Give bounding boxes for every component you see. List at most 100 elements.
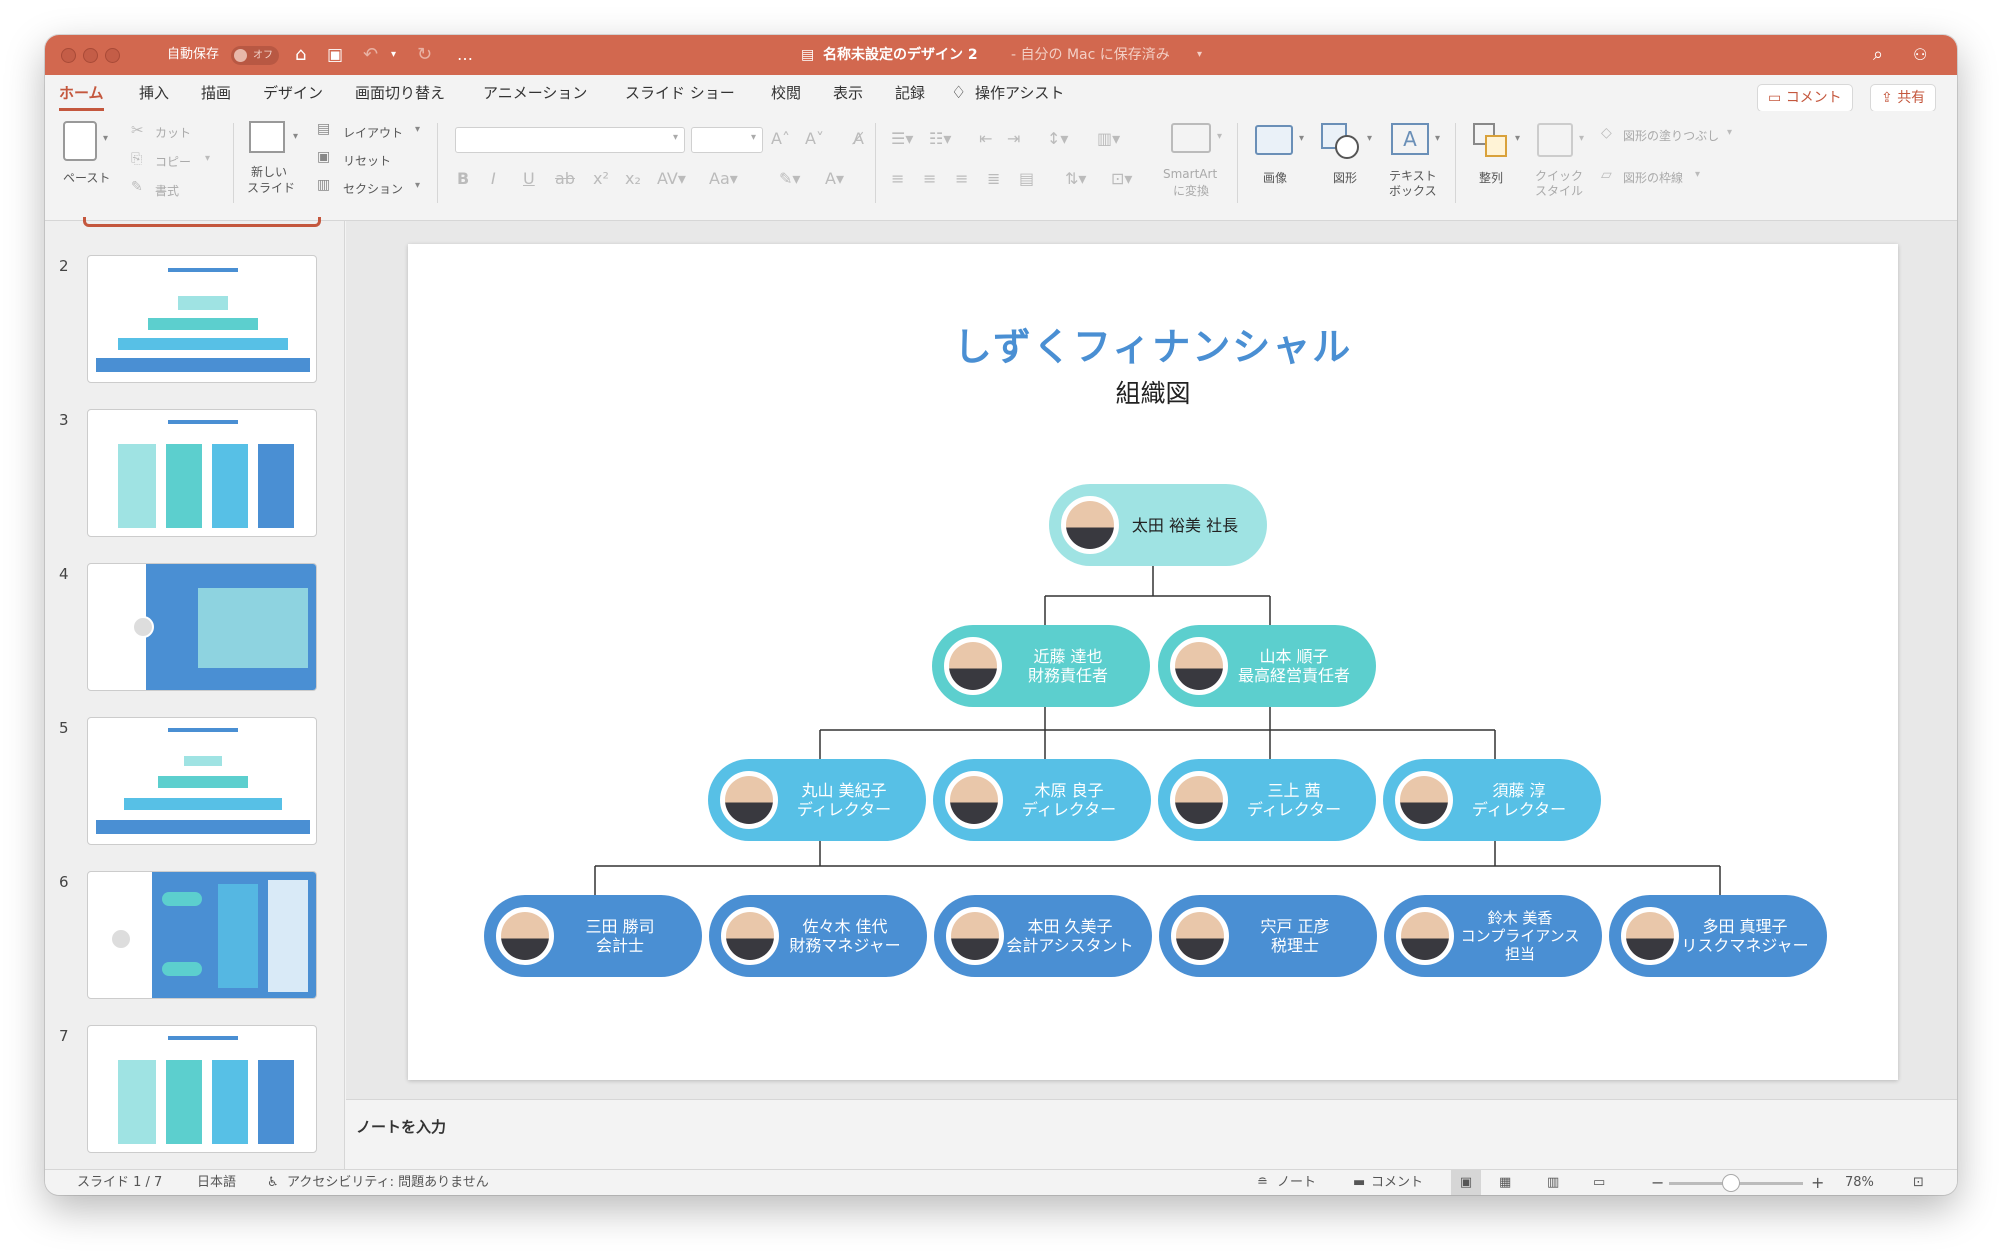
minimize-window-button[interactable]: [83, 48, 98, 63]
line-spacing-icon[interactable]: ↕▾: [1047, 129, 1068, 148]
notes-placeholder[interactable]: ノートを入力: [356, 1116, 446, 1137]
comment-button[interactable]: ▭ コメント: [1757, 84, 1853, 112]
font-color-icon[interactable]: A▾: [825, 169, 844, 188]
tab-home[interactable]: ホーム: [59, 75, 104, 111]
smartart-chevron-down-icon[interactable]: ▾: [1217, 131, 1222, 142]
quick-style-icon[interactable]: [1537, 123, 1573, 157]
clear-format-icon[interactable]: A̸: [853, 129, 864, 148]
columns-icon[interactable]: ▥▾: [1097, 129, 1120, 148]
section-icon[interactable]: ▥: [317, 177, 330, 193]
slide-thumbnail-panel[interactable]: 2 3 4 5 6 7: [45, 217, 345, 1169]
comments-toggle-button[interactable]: コメント: [1371, 1170, 1423, 1195]
numbering-icon[interactable]: ☷▾: [929, 129, 951, 148]
org-node-director-2[interactable]: 木原 良子 ディレクター: [933, 759, 1151, 841]
org-node-staff-4[interactable]: 宍戸 正彦 税理士: [1159, 895, 1377, 977]
font-size-dropdown[interactable]: ▾: [691, 127, 763, 153]
char-spacing-icon[interactable]: AV▾: [657, 169, 686, 188]
section-button[interactable]: セクション: [343, 180, 403, 197]
tab-draw[interactable]: 描画: [201, 75, 231, 111]
zoom-out-icon[interactable]: −: [1651, 1170, 1664, 1195]
undo-icon[interactable]: ↶: [363, 35, 378, 75]
bullets-icon[interactable]: ☰▾: [891, 129, 913, 148]
tab-review[interactable]: 校閲: [771, 75, 801, 111]
tab-view[interactable]: 表示: [833, 75, 863, 111]
underline-icon[interactable]: U: [523, 169, 535, 188]
slide-thumbnail-5[interactable]: [87, 717, 317, 845]
shape-outline-chevron-down-icon[interactable]: ▾: [1695, 169, 1700, 180]
undo-dropdown-icon[interactable]: ▾: [391, 35, 396, 75]
paste-button[interactable]: ペースト: [63, 169, 110, 186]
tab-animations[interactable]: アニメーション: [483, 75, 587, 111]
smartart-label-2[interactable]: に変換: [1173, 182, 1209, 199]
reading-view-icon[interactable]: ▥: [1547, 1170, 1559, 1195]
save-icon[interactable]: ▣: [327, 35, 343, 75]
slide-thumbnail-4[interactable]: [87, 563, 317, 691]
textbox-icon[interactable]: A: [1391, 123, 1429, 155]
copy-icon[interactable]: ⎘: [131, 151, 142, 167]
slideshow-icon[interactable]: ▭: [1593, 1170, 1605, 1195]
shape-fill-icon[interactable]: ◇: [1601, 125, 1612, 141]
org-node-staff-3[interactable]: 本田 久美子 会計アシスタント: [934, 895, 1152, 977]
format-painter-icon[interactable]: ✎: [131, 179, 143, 195]
shape-fill-button[interactable]: 図形の塗りつぶし: [1623, 127, 1719, 144]
image-button[interactable]: 画像: [1263, 169, 1287, 186]
section-chevron-down-icon[interactable]: ▾: [415, 180, 420, 191]
align-center-icon[interactable]: ≡: [923, 169, 936, 188]
new-slide-icon[interactable]: [249, 121, 285, 153]
highlight-icon[interactable]: ✎▾: [779, 169, 800, 188]
org-node-staff-2[interactable]: 佐々木 佳代 財務マネジャー: [709, 895, 927, 977]
autosave-toggle[interactable]: オフ: [231, 46, 279, 65]
title-chevron-down-icon[interactable]: ▾: [1197, 35, 1202, 75]
org-node-ceo[interactable]: 太田 裕美 社長: [1049, 484, 1267, 566]
zoom-in-icon[interactable]: +: [1811, 1170, 1824, 1195]
language-indicator[interactable]: 日本語: [197, 1170, 236, 1195]
copy-button[interactable]: コピー: [155, 153, 191, 170]
change-case-icon[interactable]: Aa▾: [709, 169, 738, 188]
slide-thumbnail-6[interactable]: [87, 871, 317, 999]
slide-thumbnail-3[interactable]: [87, 409, 317, 537]
quick-style-label-2[interactable]: スタイル: [1535, 182, 1583, 199]
increase-indent-icon[interactable]: ⇥: [1007, 129, 1020, 148]
layout-icon[interactable]: ▤: [317, 121, 330, 137]
tell-me-search[interactable]: 操作アシスト: [975, 75, 1064, 111]
shapes-button[interactable]: 図形: [1333, 169, 1357, 186]
org-node-director-3[interactable]: 三上 茜ディレクター: [1158, 759, 1376, 841]
textbox-label-2[interactable]: ボックス: [1389, 182, 1437, 199]
close-window-button[interactable]: [61, 48, 76, 63]
org-node-cfo[interactable]: 近藤 達也 財務責任者: [932, 625, 1150, 707]
tab-record[interactable]: 記録: [895, 75, 925, 111]
subscript-icon[interactable]: x₂: [625, 169, 641, 188]
slide-thumbnail-7[interactable]: [87, 1025, 317, 1153]
reset-icon[interactable]: ▣: [317, 149, 330, 165]
slide-thumbnail-2[interactable]: [87, 255, 317, 383]
share-button[interactable]: ⇪ 共有: [1870, 84, 1937, 112]
decrease-indent-icon[interactable]: ⇤: [979, 129, 992, 148]
layout-chevron-down-icon[interactable]: ▾: [415, 124, 420, 135]
font-name-dropdown[interactable]: ▾: [455, 127, 685, 153]
new-slide-label-2[interactable]: スライド: [247, 179, 295, 196]
align-left-icon[interactable]: ≡: [891, 169, 904, 188]
arrange-button[interactable]: 整列: [1479, 169, 1503, 186]
normal-view-icon[interactable]: ▣: [1451, 1170, 1481, 1195]
smartart-label-1[interactable]: SmartArt: [1163, 167, 1217, 181]
image-icon[interactable]: [1255, 125, 1293, 155]
align-right-icon[interactable]: ≡: [955, 169, 968, 188]
tab-insert[interactable]: 挿入: [139, 75, 169, 111]
decrease-font-icon[interactable]: A˅: [805, 129, 824, 148]
org-node-director-4[interactable]: 須藤 淳ディレクター: [1383, 759, 1601, 841]
tab-transitions[interactable]: 画面切り替え: [355, 75, 445, 111]
copy-chevron-down-icon[interactable]: ▾: [205, 153, 210, 164]
more-icon[interactable]: …: [457, 35, 473, 75]
cut-icon[interactable]: ✂: [131, 121, 144, 139]
shape-fill-chevron-down-icon[interactable]: ▾: [1727, 127, 1732, 138]
tab-design[interactable]: デザイン: [263, 75, 323, 111]
org-node-staff-1[interactable]: 三田 勝司 会計士: [484, 895, 702, 977]
paste-chevron-down-icon[interactable]: ▾: [103, 133, 108, 144]
fit-to-window-icon[interactable]: ⊡: [1913, 1170, 1924, 1195]
shape-outline-button[interactable]: 図形の枠線: [1623, 169, 1683, 186]
layout-button[interactable]: レイアウト: [343, 124, 403, 141]
org-node-staff-6[interactable]: 多田 真理子 リスクマネジャー: [1609, 895, 1827, 977]
accessibility-status[interactable]: アクセシビリティ: 問題ありません: [287, 1170, 489, 1195]
shapes-chevron-down-icon[interactable]: ▾: [1367, 133, 1372, 144]
paste-icon[interactable]: [63, 121, 97, 161]
